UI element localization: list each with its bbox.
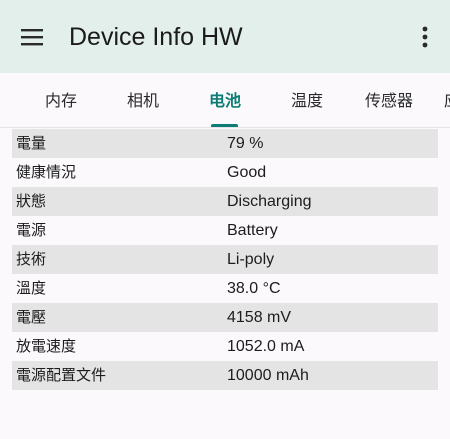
row-value: 38.0 °C xyxy=(227,280,281,297)
hamburger-menu-icon[interactable] xyxy=(14,20,50,54)
row-value: 10000 mAh xyxy=(227,367,309,384)
battery-info-table: 電量 79 % 健康情況 Good 狀態 Discharging 電源 Batt… xyxy=(12,129,438,390)
row-key: 溫度 xyxy=(16,279,47,297)
row-key: 電源 xyxy=(16,221,47,239)
row-key: 電壓 xyxy=(16,308,47,326)
row-key: 電源配置文件 xyxy=(16,366,107,384)
row-key: 狀態 xyxy=(16,192,47,210)
table-row: 狀態 Discharging xyxy=(12,187,438,216)
table-row: 健康情況 Good xyxy=(12,158,438,187)
row-value: 1052.0 mA xyxy=(227,338,305,355)
table-row: 電源配置文件 10000 mAh xyxy=(12,361,438,390)
app-bar: Device Info HW xyxy=(0,0,450,73)
tab-battery[interactable]: 电池 xyxy=(209,73,241,127)
tab-temperature[interactable]: 温度 xyxy=(291,73,323,127)
table-row: 放電速度 1052.0 mA xyxy=(12,332,438,361)
tab-bar: 内存 相机 电池 温度 传感器 应 xyxy=(0,73,450,128)
tab-sensors[interactable]: 传感器 xyxy=(365,73,413,127)
more-vert-icon[interactable] xyxy=(408,20,442,54)
row-value: Good xyxy=(227,164,267,181)
table-row: 溫度 38.0 °C xyxy=(12,274,438,303)
table-row: 電量 79 % xyxy=(12,129,438,158)
table-row: 電源 Battery xyxy=(12,216,438,245)
row-value: Li-poly xyxy=(227,251,275,268)
app-title: Device Info HW xyxy=(69,23,243,51)
row-value: Discharging xyxy=(227,193,312,210)
row-value: 4158 mV xyxy=(227,309,292,326)
tab-camera[interactable]: 相机 xyxy=(127,73,159,127)
tab-indicator xyxy=(211,124,238,127)
table-row: 技術 Li-poly xyxy=(12,245,438,274)
row-key: 電量 xyxy=(16,134,47,152)
row-key: 放電速度 xyxy=(16,337,77,355)
row-value: Battery xyxy=(227,222,278,239)
row-value: 79 % xyxy=(227,135,264,152)
row-key: 健康情況 xyxy=(16,163,77,181)
table-row: 電壓 4158 mV xyxy=(12,303,438,332)
tab-apps[interactable]: 应 xyxy=(444,73,450,127)
tab-memory[interactable]: 内存 xyxy=(45,73,77,127)
row-key: 技術 xyxy=(16,250,47,268)
